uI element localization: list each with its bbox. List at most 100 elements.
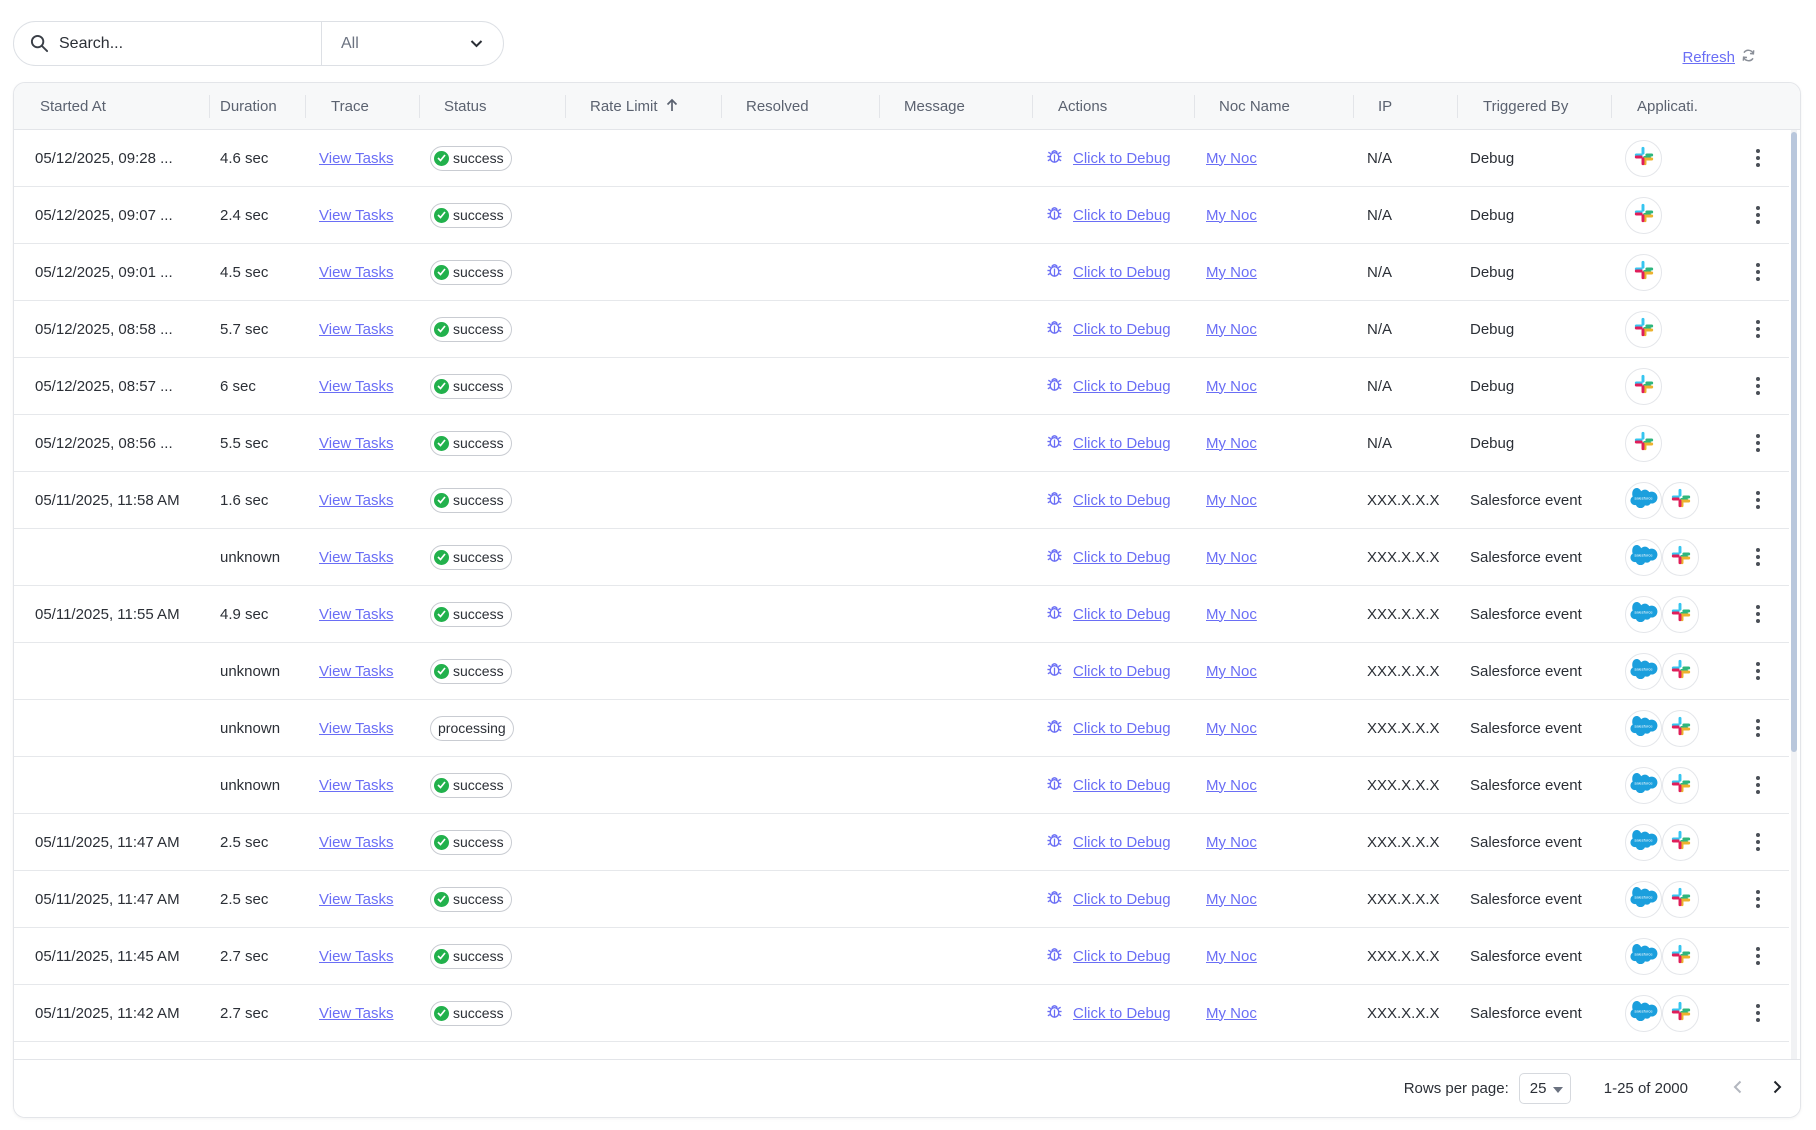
duration-value: 2.4 sec	[220, 206, 269, 224]
column-header-triggered-by[interactable]: Triggered By	[1458, 83, 1612, 130]
kebab-menu-icon[interactable]	[1748, 827, 1768, 857]
click-to-debug-link[interactable]: Click to Debug	[1073, 549, 1171, 566]
view-tasks-link[interactable]: View Tasks	[319, 606, 393, 623]
view-tasks-link[interactable]: View Tasks	[319, 663, 393, 680]
view-tasks-link[interactable]: View Tasks	[319, 1005, 393, 1022]
refresh-button[interactable]: Refresh	[1682, 48, 1756, 67]
click-to-debug-link[interactable]: Click to Debug	[1073, 891, 1171, 908]
row-menu-cell	[1748, 757, 1768, 813]
kebab-menu-icon[interactable]	[1748, 770, 1768, 800]
noc-name-link[interactable]: My Noc	[1206, 720, 1257, 737]
column-header-trace[interactable]: Trace	[306, 83, 420, 130]
kebab-menu-icon[interactable]	[1748, 656, 1768, 686]
column-header-message[interactable]: Message	[880, 83, 1033, 130]
noc-name-link[interactable]: My Noc	[1206, 777, 1257, 794]
click-to-debug-link[interactable]: Click to Debug	[1073, 1005, 1171, 1022]
trace-cell: View Tasks	[319, 187, 393, 243]
view-tasks-link[interactable]: View Tasks	[319, 492, 393, 509]
column-header-resolved[interactable]: Resolved	[722, 83, 880, 130]
duration-cell: 1.6 sec	[220, 472, 268, 528]
kebab-menu-icon[interactable]	[1748, 998, 1768, 1028]
noc-name-cell: My Noc	[1206, 187, 1257, 243]
view-tasks-link[interactable]: View Tasks	[319, 264, 393, 281]
noc-name-link[interactable]: My Noc	[1206, 1005, 1257, 1022]
kebab-menu-icon[interactable]	[1748, 884, 1768, 914]
noc-name-link[interactable]: My Noc	[1206, 207, 1257, 224]
click-to-debug-link[interactable]: Click to Debug	[1073, 321, 1171, 338]
click-to-debug-link[interactable]: Click to Debug	[1073, 378, 1171, 395]
noc-name-cell: My Noc	[1206, 871, 1257, 927]
column-header-noc-name[interactable]: Noc Name	[1195, 83, 1354, 130]
noc-name-link[interactable]: My Noc	[1206, 378, 1257, 395]
kebab-menu-icon[interactable]	[1748, 941, 1768, 971]
noc-name-link[interactable]: My Noc	[1206, 150, 1257, 167]
noc-name-link[interactable]: My Noc	[1206, 549, 1257, 566]
kebab-menu-icon[interactable]	[1748, 713, 1768, 743]
kebab-menu-icon[interactable]	[1748, 542, 1768, 572]
ip-value: N/A	[1367, 263, 1393, 281]
column-header-applications[interactable]: Applicati.	[1612, 83, 1702, 130]
noc-name-link[interactable]: My Noc	[1206, 321, 1257, 338]
kebab-menu-icon[interactable]	[1748, 257, 1768, 287]
click-to-debug-link[interactable]: Click to Debug	[1073, 207, 1171, 224]
view-tasks-link[interactable]: View Tasks	[319, 378, 393, 395]
view-tasks-link[interactable]: View Tasks	[319, 720, 393, 737]
click-to-debug-link[interactable]: Click to Debug	[1073, 150, 1171, 167]
click-to-debug-link[interactable]: Click to Debug	[1073, 663, 1171, 680]
view-tasks-link[interactable]: View Tasks	[319, 435, 393, 452]
click-to-debug-link[interactable]: Click to Debug	[1073, 720, 1171, 737]
kebab-menu-icon[interactable]	[1748, 599, 1768, 629]
kebab-menu-icon[interactable]	[1748, 485, 1768, 515]
noc-name-link[interactable]: My Noc	[1206, 663, 1257, 680]
click-to-debug-link[interactable]: Click to Debug	[1073, 834, 1171, 851]
noc-name-link[interactable]: My Noc	[1206, 435, 1257, 452]
duration-cell: 2.7 sec	[220, 928, 268, 984]
view-tasks-link[interactable]: View Tasks	[319, 549, 393, 566]
rows-per-page-select[interactable]: 25	[1518, 1073, 1571, 1104]
next-page-button[interactable]	[1762, 1074, 1792, 1104]
svg-text:salesforce: salesforce	[1634, 952, 1653, 957]
click-to-debug-link[interactable]: Click to Debug	[1073, 435, 1171, 452]
noc-name-link[interactable]: My Noc	[1206, 264, 1257, 281]
trace-cell: View Tasks	[319, 700, 393, 756]
noc-name-link[interactable]: My Noc	[1206, 948, 1257, 965]
scrollbar-thumb[interactable]	[1791, 132, 1797, 752]
kebab-menu-icon[interactable]	[1748, 371, 1768, 401]
view-tasks-link[interactable]: View Tasks	[319, 948, 393, 965]
kebab-menu-icon[interactable]	[1748, 314, 1768, 344]
click-to-debug-link[interactable]: Click to Debug	[1073, 606, 1171, 623]
click-to-debug-link[interactable]: Click to Debug	[1073, 492, 1171, 509]
previous-page-button[interactable]	[1722, 1074, 1752, 1104]
status-cell: success	[430, 358, 512, 414]
salesforce-app-badge: salesforce	[1625, 538, 1662, 576]
column-header-ip[interactable]: IP	[1354, 83, 1458, 130]
noc-name-link[interactable]: My Noc	[1206, 891, 1257, 908]
column-header-started-at[interactable]: Started At	[40, 83, 210, 130]
column-header-actions[interactable]: Actions	[1033, 83, 1195, 130]
table-scrollbar[interactable]	[1791, 130, 1797, 1060]
column-header-duration[interactable]: Duration	[210, 83, 306, 130]
click-to-debug-link[interactable]: Click to Debug	[1073, 948, 1171, 965]
ip-cell: N/A	[1367, 415, 1392, 471]
view-tasks-link[interactable]: View Tasks	[319, 891, 393, 908]
view-tasks-link[interactable]: View Tasks	[319, 777, 393, 794]
view-tasks-link[interactable]: View Tasks	[319, 834, 393, 851]
click-to-debug-link[interactable]: Click to Debug	[1073, 264, 1171, 281]
view-tasks-link[interactable]: View Tasks	[319, 150, 393, 167]
noc-name-link[interactable]: My Noc	[1206, 492, 1257, 509]
kebab-menu-icon[interactable]	[1748, 428, 1768, 458]
duration-value: unknown	[220, 548, 281, 566]
view-tasks-link[interactable]: View Tasks	[319, 207, 393, 224]
column-header-rate-limit[interactable]: Rate Limit	[566, 83, 722, 130]
triggered-by-value: Salesforce event	[1470, 1004, 1582, 1022]
click-to-debug-link[interactable]: Click to Debug	[1073, 777, 1171, 794]
column-header-status[interactable]: Status	[420, 83, 566, 130]
noc-name-link[interactable]: My Noc	[1206, 834, 1257, 851]
filter-select[interactable]: All	[322, 22, 503, 65]
table-row: unknown View Tasks processing Click to Debu…	[14, 700, 1789, 757]
kebab-menu-icon[interactable]	[1748, 143, 1768, 173]
kebab-menu-icon[interactable]	[1748, 200, 1768, 230]
view-tasks-link[interactable]: View Tasks	[319, 321, 393, 338]
search-input[interactable]	[59, 34, 321, 53]
noc-name-link[interactable]: My Noc	[1206, 606, 1257, 623]
